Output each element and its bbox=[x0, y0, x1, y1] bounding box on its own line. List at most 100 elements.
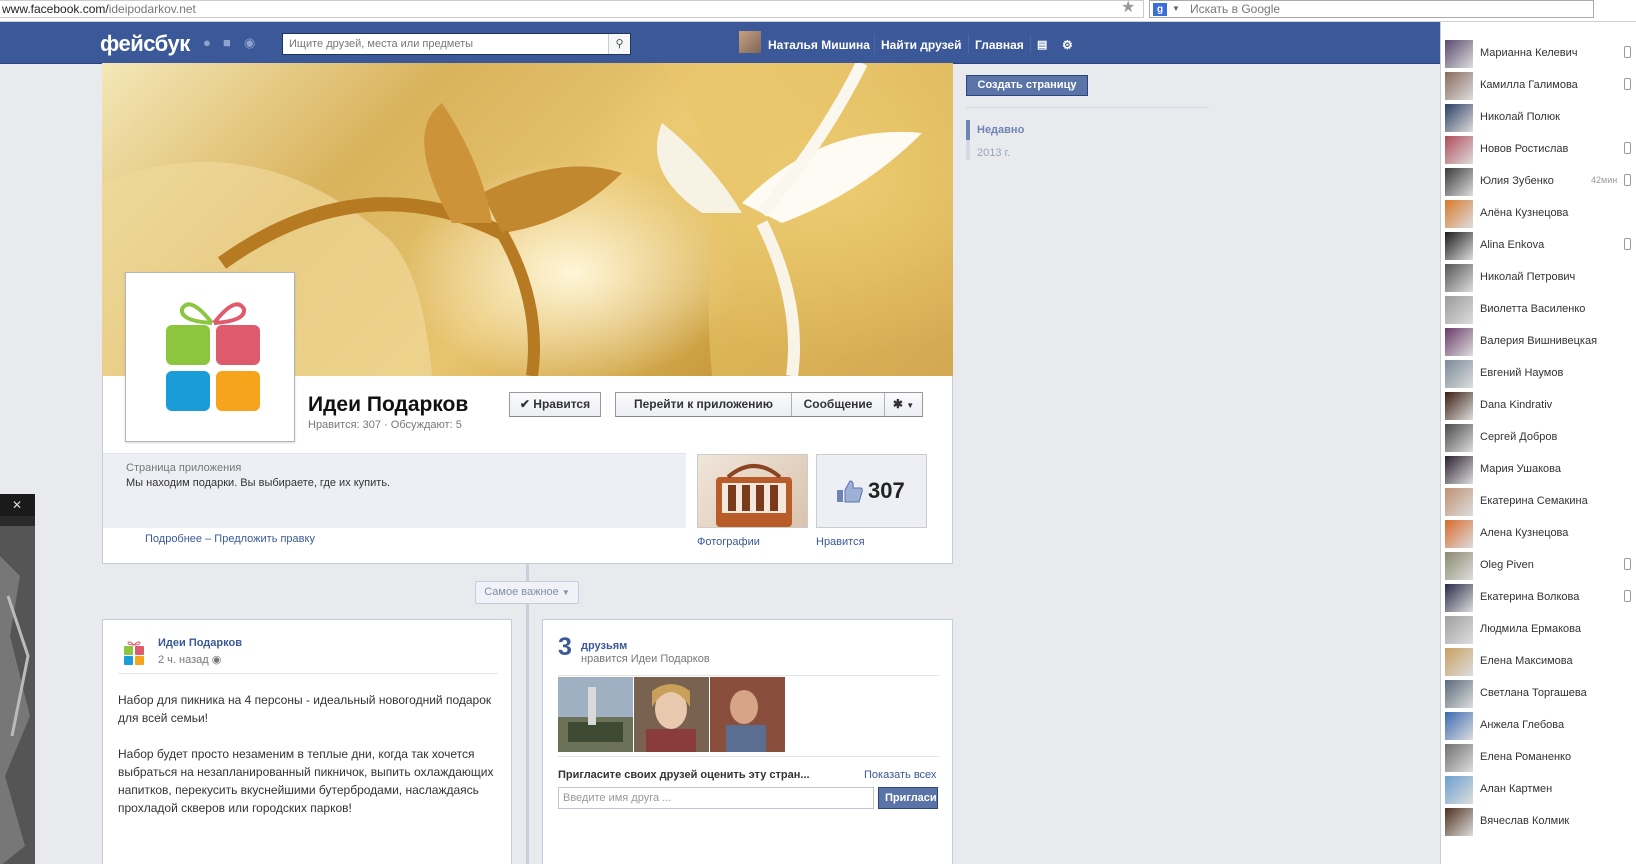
friends-like-box: 3 друзьям нравится Идеи Подарков Приглас… bbox=[542, 619, 953, 864]
avatar bbox=[1445, 648, 1473, 676]
friend-photo[interactable] bbox=[710, 677, 785, 752]
divider bbox=[558, 756, 939, 757]
privacy-shortcuts-icon[interactable]: ▤ bbox=[1037, 38, 1047, 51]
chat-contact[interactable]: Alina Enkova bbox=[1441, 230, 1636, 262]
search-icon[interactable]: ⚲ bbox=[608, 34, 630, 54]
avatar bbox=[1445, 712, 1473, 740]
page-avatar[interactable] bbox=[123, 640, 145, 666]
address-bar[interactable]: www.facebook.com/ideipodarkov.net bbox=[0, 0, 1144, 18]
chat-contact[interactable]: Юлия Зубенко 42мин bbox=[1441, 166, 1636, 198]
chat-contact-name: Анжела Глебова bbox=[1480, 719, 1565, 731]
chat-contact[interactable]: Евгений Наумов bbox=[1441, 358, 1636, 390]
mobile-phone-icon bbox=[1624, 590, 1631, 602]
chat-contact[interactable]: Екатерина Семакина bbox=[1441, 486, 1636, 518]
avatar bbox=[1445, 72, 1473, 100]
close-icon[interactable]: ✕ bbox=[12, 498, 22, 512]
video-thumbnail bbox=[0, 516, 35, 864]
search-input[interactable] bbox=[283, 34, 607, 54]
invite-button[interactable]: Пригласи bbox=[878, 787, 938, 809]
friend-requests-icon[interactable]: ● bbox=[203, 36, 217, 49]
show-all-link[interactable]: Показать всех bbox=[864, 769, 936, 781]
photos-thumbnail[interactable] bbox=[697, 454, 808, 528]
chat-contact[interactable]: Новов Ростислав bbox=[1441, 134, 1636, 166]
chat-contact[interactable]: Светлана Торгашева bbox=[1441, 678, 1636, 710]
friend-name-input[interactable] bbox=[559, 788, 873, 808]
chat-contact-name: Евгений Наумов bbox=[1480, 367, 1564, 379]
settings-dropdown[interactable]: ✱ ▼ bbox=[885, 393, 922, 416]
chat-contact[interactable]: Виолетта Василенко bbox=[1441, 294, 1636, 326]
likes-thumbnail[interactable]: 307 bbox=[816, 454, 927, 528]
thumbs-up-icon bbox=[837, 480, 863, 503]
avatar bbox=[1445, 264, 1473, 292]
friend-photo[interactable] bbox=[558, 677, 633, 752]
chat-contact[interactable]: Алан Картмен bbox=[1441, 774, 1636, 806]
page-title[interactable]: Идеи Подарков bbox=[308, 393, 468, 417]
mobile-phone-icon bbox=[1624, 46, 1631, 58]
chat-contact[interactable]: Екатерина Волкова bbox=[1441, 582, 1636, 614]
chat-contact[interactable]: Валерия Вишнивецкая bbox=[1441, 326, 1636, 358]
friends-title[interactable]: друзьям bbox=[581, 640, 627, 652]
avatar bbox=[1445, 296, 1473, 324]
post-time[interactable]: 2 ч. назад ◉ bbox=[158, 653, 221, 666]
message-button[interactable]: Сообщение bbox=[792, 393, 885, 416]
browser-search-box[interactable]: g ▼ Искать в Google bbox=[1149, 0, 1594, 18]
chat-contact[interactable]: Николай Полюк bbox=[1441, 102, 1636, 134]
bookmark-star-icon[interactable]: ★ bbox=[1121, 0, 1135, 16]
avatar bbox=[1445, 584, 1473, 612]
chevron-down-icon[interactable]: ▼ bbox=[1172, 1, 1180, 17]
profile-picture[interactable] bbox=[125, 272, 295, 442]
chat-contact[interactable]: Елена Максимова bbox=[1441, 646, 1636, 678]
mobile-phone-icon bbox=[1624, 142, 1631, 154]
chat-contact-name: Елена Романенко bbox=[1480, 751, 1572, 763]
timeline-nav-year[interactable]: 2013 г. bbox=[977, 147, 1010, 159]
go-to-app-button[interactable]: Перейти к приложению bbox=[616, 393, 792, 416]
friends-count: 3 bbox=[558, 633, 572, 661]
chat-contact[interactable]: Анжела Глебова bbox=[1441, 710, 1636, 742]
chat-contact[interactable]: Алена Кузнецова bbox=[1441, 518, 1636, 550]
suggest-edit-link[interactable]: Предложить правку bbox=[214, 533, 315, 545]
avatar bbox=[1445, 424, 1473, 452]
timeline-nav-recent[interactable]: Недавно bbox=[977, 124, 1024, 136]
find-friends-link[interactable]: Найти друзей bbox=[881, 38, 961, 52]
messages-icon[interactable]: ■ bbox=[223, 36, 237, 49]
create-page-button[interactable]: Создать страницу bbox=[966, 75, 1088, 96]
chat-contact[interactable]: Dana Kindrativ bbox=[1441, 390, 1636, 422]
chat-contact-name: Марианна Келевич bbox=[1480, 47, 1578, 59]
top-navigation-bar: фейсбук ● ■ ◉ ⚲ Наталья Мишина Найти дру… bbox=[0, 22, 1440, 64]
avatar bbox=[1445, 328, 1473, 356]
chat-contact[interactable]: Oleg Piven bbox=[1441, 550, 1636, 582]
post-author[interactable]: Идеи Подарков bbox=[158, 637, 242, 649]
checkmark-icon: ✔ bbox=[519, 397, 534, 411]
home-link[interactable]: Главная bbox=[975, 38, 1024, 52]
divider bbox=[966, 107, 1209, 108]
settings-gear-icon[interactable]: ⚙ bbox=[1062, 38, 1073, 52]
chat-contact[interactable]: Марианна Келевич bbox=[1441, 38, 1636, 70]
timeline-filter-dropdown[interactable]: Самое важное ▼ bbox=[475, 581, 579, 604]
profile-name-link[interactable]: Наталья Мишина bbox=[768, 38, 870, 52]
browser-search-placeholder: Искать в Google bbox=[1190, 2, 1281, 16]
chat-contact[interactable]: Камилла Галимова bbox=[1441, 70, 1636, 102]
chat-contact[interactable]: Николай Петрович bbox=[1441, 262, 1636, 294]
chat-contact[interactable]: Сергей Добров bbox=[1441, 422, 1636, 454]
like-button[interactable]: ✔ Нравится bbox=[509, 392, 601, 417]
notifications-globe-icon[interactable]: ◉ bbox=[244, 36, 258, 49]
chat-contact-name: Валерия Вишнивецкая bbox=[1480, 335, 1598, 347]
browser-toolbar: www.facebook.com/ideipodarkov.net ★ g ▼ … bbox=[0, 0, 1636, 22]
chat-contact[interactable]: Мария Ушакова bbox=[1441, 454, 1636, 486]
chat-contact[interactable]: Елена Романенко bbox=[1441, 742, 1636, 774]
invite-text: Пригласите своих друзей оценить эту стра… bbox=[558, 769, 810, 781]
avatar bbox=[1445, 40, 1473, 68]
chat-contact[interactable]: Алёна Кузнецова bbox=[1441, 198, 1636, 230]
photos-label[interactable]: Фотографии bbox=[697, 536, 760, 548]
likes-label[interactable]: Нравится bbox=[816, 536, 865, 548]
chat-contact-name: Вячеслав Колмик bbox=[1480, 815, 1570, 827]
chat-contact[interactable]: Вячеслав Колмик bbox=[1441, 806, 1636, 838]
facebook-logo[interactable]: фейсбук bbox=[100, 31, 190, 57]
mobile-phone-icon bbox=[1624, 174, 1631, 186]
more-link[interactable]: Подробнее bbox=[145, 533, 202, 545]
chat-contact[interactable]: Людмила Ермакова bbox=[1441, 614, 1636, 646]
chat-contact-name: Алена Кузнецова bbox=[1480, 527, 1569, 539]
friend-photo[interactable] bbox=[634, 677, 709, 752]
post-paragraph: Набор будет просто незаменим в теплые дн… bbox=[118, 747, 494, 815]
divider bbox=[118, 673, 498, 674]
